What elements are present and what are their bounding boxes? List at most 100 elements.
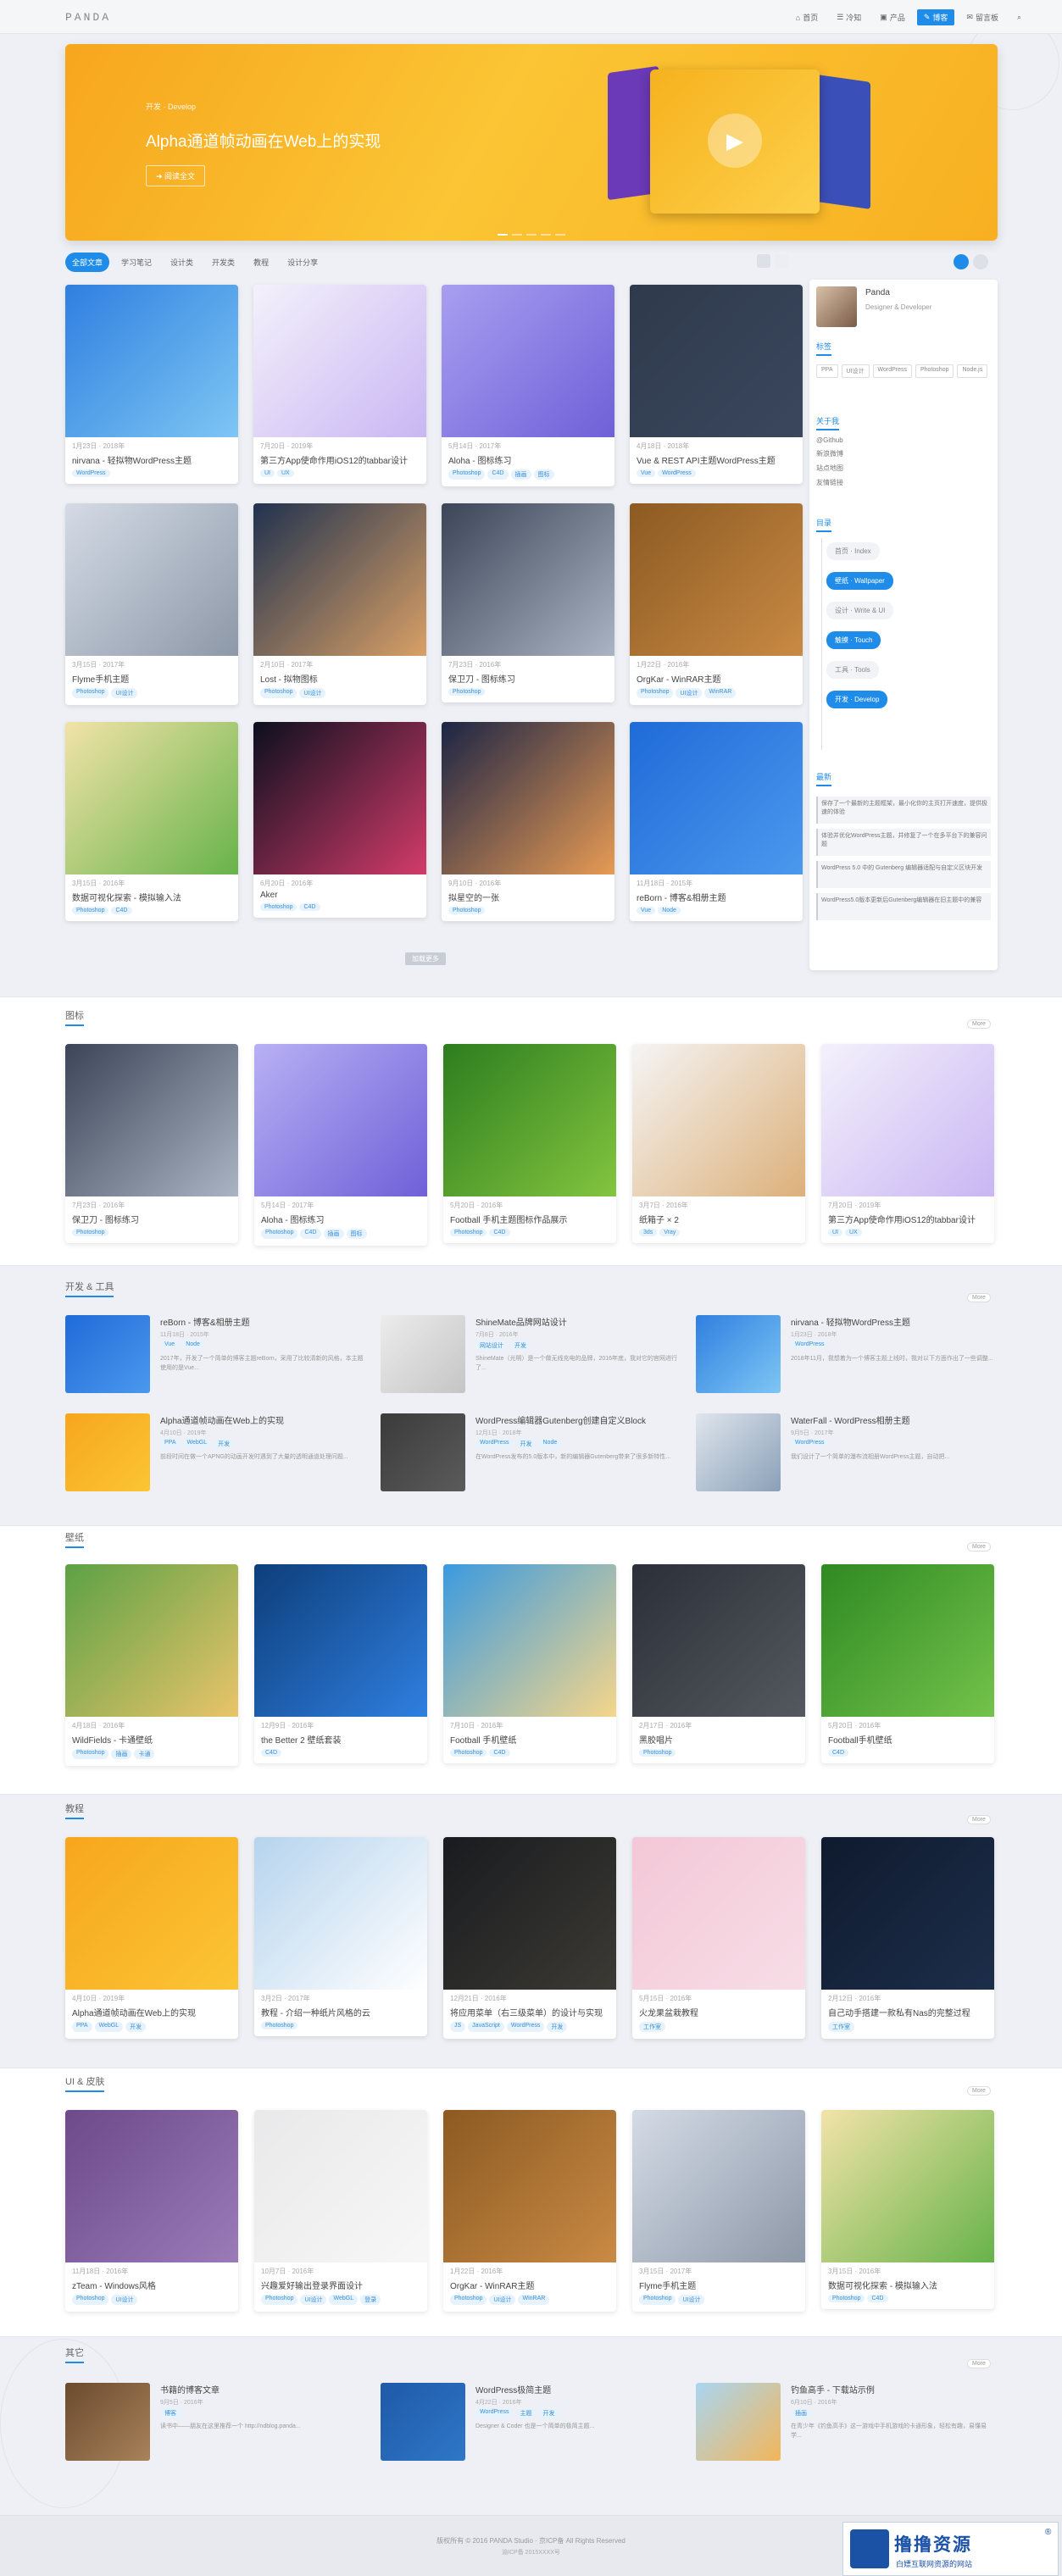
link-github[interactable]: @Github (816, 436, 843, 444)
timeline-item[interactable]: 开发 · Develop (826, 691, 888, 708)
link-friends[interactable]: 友情链接 (816, 478, 843, 487)
more-button[interactable]: More (967, 1815, 991, 1824)
tag-badge[interactable]: UI设计 (300, 2295, 327, 2305)
post-thumbnail[interactable] (821, 1044, 994, 1196)
hero-pagination[interactable] (498, 234, 565, 236)
tag-badge[interactable]: C4D (828, 1749, 849, 1757)
post-thumbnail[interactable] (630, 503, 803, 656)
list-item[interactable]: 书籍的博客文章 9月5日 · 2016年 博客 读书中——朋友在这里推荐一个 http… (65, 2383, 370, 2468)
post-thumbnail[interactable] (254, 1564, 427, 1717)
tag-badge[interactable]: Photoshop (448, 907, 486, 914)
tag-badge[interactable]: C4D (489, 1229, 510, 1236)
tag-badge[interactable]: WordPress (791, 1439, 829, 1446)
avatar[interactable] (816, 286, 857, 327)
post-card[interactable]: 7月20日 · 2019年 第三方App使命作用iOS12的tabbar设计 UI U… (821, 1044, 994, 1243)
tag-badge[interactable]: UI设计 (111, 688, 138, 698)
nav-item-blog[interactable]: ✎ 博客 (916, 9, 955, 25)
tag-badge[interactable]: Photoshop (261, 1229, 298, 1239)
list-item[interactable]: ShineMate品牌网站设计 7月8日 · 2016年 网站设计 开发 ShineMa… (381, 1315, 686, 1400)
link-weibo[interactable]: 新浪微博 (816, 449, 843, 458)
tag-badge[interactable]: Photoshop (72, 1749, 109, 1759)
tag-badge[interactable]: Photoshop (72, 907, 109, 914)
nav-item-home[interactable]: ⌂ 首页 (789, 9, 825, 25)
tag-badge[interactable]: 开发 (510, 1341, 531, 1351)
timeline-item[interactable]: 工具 · Tools (826, 661, 879, 679)
post-card[interactable]: 4月18日 · 2018年 Vue & REST API主题WordPress主题… (630, 285, 803, 484)
tag-badge[interactable]: 开发 (515, 1439, 537, 1449)
tab-notes[interactable]: 学习笔记 (114, 253, 158, 272)
list-thumbnail[interactable] (381, 1315, 465, 1393)
list-item[interactable]: 钓鱼高手 - 下载站示例 6月10日 · 2016年 插画 在青少年《钓鱼高手》这一游… (696, 2383, 1001, 2468)
post-thumbnail[interactable] (65, 1564, 238, 1717)
more-button[interactable]: More (967, 2359, 991, 2368)
tag-badge[interactable]: WordPress (791, 1341, 829, 1348)
list-view-icon[interactable] (775, 254, 788, 268)
post-card[interactable]: 3月15日 · 2016年 数据可视化探索 - 模拟输入法 Photoshop C4D (65, 722, 238, 921)
nav-item-knowledge[interactable]: ☰ 冷知 (830, 9, 868, 25)
tag-badge[interactable]: Photoshop (72, 2295, 109, 2305)
more-button[interactable]: More (967, 1293, 991, 1302)
post-card[interactable]: 3月15日 · 2016年 数据可视化探索 - 模拟输入法 Photoshop C4D (821, 2110, 994, 2309)
post-card[interactable]: 5月14日 · 2017年 Aloha - 图标练习 Photoshop C4D 插画图… (254, 1044, 427, 1246)
tag-badge[interactable]: 网站设计 (475, 1341, 508, 1351)
post-thumbnail[interactable] (632, 1837, 805, 1990)
post-title[interactable]: Football手机壁纸 (821, 1730, 994, 1746)
tag-badge[interactable]: 开发 (547, 2022, 568, 2032)
tag-badge[interactable]: UX (845, 1229, 862, 1236)
tag-badge[interactable]: WordPress (72, 469, 110, 477)
tag-badge[interactable]: Node (658, 907, 681, 914)
tag-badge[interactable]: PPA (160, 1439, 181, 1449)
tag-badge[interactable]: Photoshop (828, 2295, 865, 2302)
post-title[interactable]: Alpha通道帧动画在Web上的实现 (65, 2003, 238, 2018)
post-thumbnail[interactable] (632, 1564, 805, 1717)
tag-badge[interactable]: 登录 (360, 2295, 381, 2305)
post-title[interactable]: OrgKar - WinRAR主题 (443, 2276, 616, 2291)
post-thumbnail[interactable] (632, 1044, 805, 1196)
news-item[interactable]: WordPress 5.0 中的 Gutenberg 编辑器适配与自定义区块开发 (816, 861, 991, 888)
tag-badge[interactable]: JS (450, 2022, 466, 2032)
post-title[interactable]: Aker (253, 888, 426, 900)
post-title[interactable]: the Better 2 壁纸套装 (254, 1730, 427, 1746)
post-thumbnail[interactable] (630, 722, 803, 874)
tag-badge[interactable]: WinRAR (704, 688, 737, 698)
post-title[interactable]: 保卫刀 - 图标练习 (65, 1210, 238, 1225)
post-card[interactable]: 11月18日 · 2016年 zTeam - Windows风格 Photoshop… (65, 2110, 238, 2312)
load-more-button[interactable]: 加载更多 (405, 952, 446, 965)
link-sitemap[interactable]: 站点地图 (816, 464, 843, 473)
list-title[interactable]: 钓鱼高手 - 下载站示例 (791, 2383, 998, 2396)
post-card[interactable]: 1月23日 · 2018年 nirvana - 轻拟物WordPress主题 Wor… (65, 285, 238, 484)
list-thumbnail[interactable] (696, 1413, 781, 1491)
post-title[interactable]: 第三方App使命作用iOS12的tabbar设计 (253, 451, 426, 466)
post-thumbnail[interactable] (821, 2110, 994, 2262)
post-card[interactable]: 4月18日 · 2016年 WildFields - 卡通壁纸 Photoshop 插… (65, 1564, 238, 1766)
news-item[interactable]: WordPress5.0版本更新后Gutenberg编辑器在旧主题中的兼容 (816, 893, 991, 920)
nav-item-guestbook[interactable]: ✉ 留言板 (959, 9, 1005, 25)
list-thumbnail[interactable] (65, 2383, 150, 2461)
list-thumbnail[interactable] (381, 1413, 465, 1491)
tag-badge[interactable]: Vue (160, 1341, 180, 1348)
tab-design[interactable]: 设计类 (164, 253, 200, 272)
post-card[interactable]: 3月15日 · 2017年 Flyme手机主题 Photoshop UI设计 (632, 2110, 805, 2312)
tag-badge[interactable]: 图标 (533, 469, 554, 480)
post-card[interactable]: 12月21日 · 2016年 将应用菜单（右三级菜单）的设计与实现 JS JavaSc… (443, 1837, 616, 2039)
tag-badge[interactable]: Photoshop (448, 469, 486, 480)
tag-badge[interactable]: Vray (659, 1229, 681, 1236)
post-thumbnail[interactable] (65, 722, 238, 874)
post-title[interactable]: 纸箱子 × 2 (632, 1210, 805, 1225)
post-card[interactable]: 6月20日 · 2016年 Aker Photoshop C4D (253, 722, 426, 918)
list-title[interactable]: Alpha通道帧动画在Web上的实现 (160, 1413, 368, 1426)
nav-item-products[interactable]: ▣ 产品 (873, 9, 912, 25)
list-title[interactable]: nirvana - 轻拟物WordPress主题 (791, 1315, 998, 1328)
tag-badge[interactable]: Vue (637, 907, 656, 914)
tag-badge[interactable]: 插画 (323, 1229, 344, 1239)
list-title[interactable]: 书籍的博客文章 (160, 2383, 368, 2396)
tag-badge[interactable]: Photoshop (260, 903, 297, 911)
tag-badge[interactable]: Vue (637, 469, 656, 477)
hero-read-button[interactable]: ➜ 阅读全文 (146, 165, 206, 186)
tag-badge[interactable]: 插画 (111, 1749, 132, 1759)
timeline-item[interactable]: 设计 · Write & UI (826, 602, 894, 619)
news-item[interactable]: 体验并优化WordPress主题，并修复了一个在多平台下的兼容问题 (816, 829, 991, 856)
post-title[interactable]: Football 手机主题图标作品展示 (443, 1210, 616, 1225)
post-title[interactable]: 火龙果盆栽教程 (632, 2003, 805, 2018)
tag-badge[interactable]: UX (277, 469, 294, 477)
